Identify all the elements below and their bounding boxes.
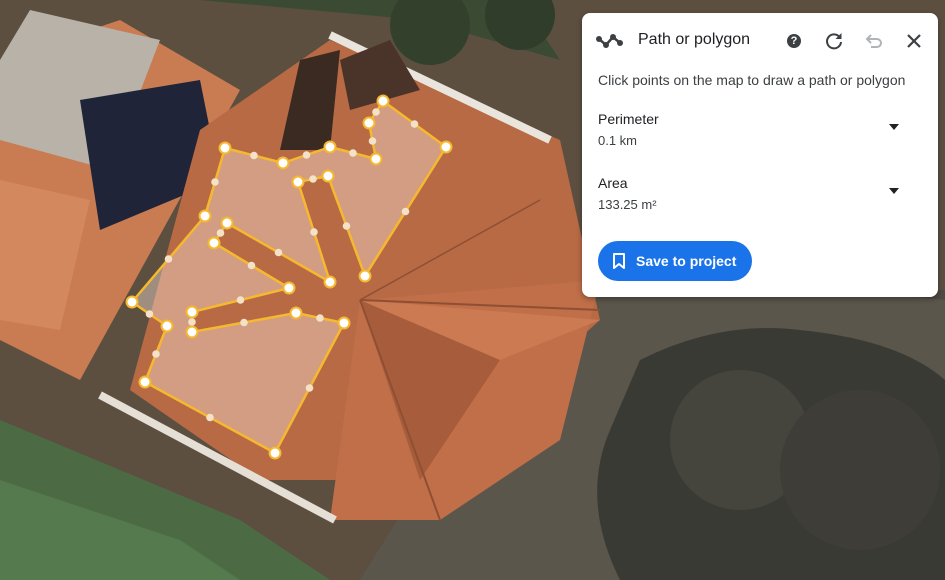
midpoint-handle[interactable] <box>349 149 357 157</box>
vertex-handle[interactable] <box>323 275 337 289</box>
bookmark-icon <box>613 253 625 269</box>
midpoint-handle[interactable] <box>410 120 419 128</box>
vertex-handle[interactable] <box>160 319 174 333</box>
area-label: Area <box>598 175 628 191</box>
vertex-handle[interactable] <box>376 94 390 108</box>
vertex-handle[interactable] <box>207 236 221 250</box>
area-value: 133.25 m² <box>598 197 657 212</box>
instruction-text: Click points on the map to draw a path o… <box>598 72 906 88</box>
caret-down-icon[interactable] <box>888 123 900 131</box>
vertex-handle[interactable] <box>220 216 234 230</box>
midpoint-handle[interactable] <box>316 314 324 322</box>
vertex-handle[interactable] <box>323 140 337 154</box>
vertex-handle[interactable] <box>138 375 152 389</box>
caret-down-icon[interactable] <box>888 187 900 195</box>
panel-header: Path or polygon ? <box>582 13 938 69</box>
close-button[interactable] <box>900 27 928 55</box>
vertex-handle[interactable] <box>289 306 303 320</box>
midpoint-handle[interactable] <box>274 248 283 257</box>
close-icon <box>907 34 921 48</box>
midpoint-handle[interactable] <box>401 207 410 216</box>
help-button[interactable]: ? <box>780 27 808 55</box>
refresh-icon <box>826 33 842 50</box>
measure-panel: Path or polygon ? Click points on the ma… <box>582 13 938 297</box>
vertex-handle[interactable] <box>362 116 376 130</box>
midpoint-handle[interactable] <box>309 175 317 183</box>
midpoint-handle[interactable] <box>164 255 173 263</box>
midpoint-handle[interactable] <box>305 384 314 392</box>
vertex-handle[interactable] <box>268 446 282 460</box>
vertex-handle[interactable] <box>125 295 139 309</box>
midpoint-handle[interactable] <box>310 228 318 236</box>
reset-button[interactable] <box>820 27 848 55</box>
perimeter-row[interactable]: Perimeter 0.1 km <box>582 109 938 155</box>
path-icon <box>596 34 623 48</box>
midpoint-handle[interactable] <box>372 108 380 116</box>
vertex-handle[interactable] <box>218 141 232 155</box>
vertex-handle[interactable] <box>185 305 199 319</box>
undo-icon <box>865 34 882 48</box>
save-label: Save to project <box>636 253 737 269</box>
vertex-handle[interactable] <box>369 152 383 166</box>
midpoint-handle[interactable] <box>211 178 219 186</box>
area-row[interactable]: Area 133.25 m² <box>582 173 938 219</box>
vertex-handle[interactable] <box>337 316 351 330</box>
midpoint-handle[interactable] <box>145 310 154 318</box>
midpoint-handle[interactable] <box>206 413 214 422</box>
vertex-handle[interactable] <box>185 325 199 339</box>
vertex-handle[interactable] <box>439 140 453 154</box>
midpoint-handle[interactable] <box>368 137 377 145</box>
midpoint-handle[interactable] <box>236 296 245 304</box>
vertex-handle[interactable] <box>282 281 296 295</box>
midpoint-handle[interactable] <box>188 318 196 326</box>
perimeter-label: Perimeter <box>598 111 659 127</box>
save-to-project-button[interactable]: Save to project <box>598 241 752 281</box>
vertex-handle[interactable] <box>321 169 335 183</box>
midpoint-handle[interactable] <box>250 151 258 160</box>
undo-button[interactable] <box>860 27 888 55</box>
vertex-handle[interactable] <box>358 269 372 283</box>
help-icon: ? <box>787 34 801 48</box>
midpoint-handle[interactable] <box>247 261 256 270</box>
panel-title: Path or polygon <box>638 31 751 48</box>
vertex-handle[interactable] <box>291 175 305 189</box>
perimeter-value: 0.1 km <box>598 133 638 148</box>
midpoint-handle[interactable] <box>302 151 311 159</box>
vertex-handle[interactable] <box>276 156 290 170</box>
midpoint-handle[interactable] <box>152 350 160 358</box>
vertex-handle[interactable] <box>198 209 212 223</box>
midpoint-handle[interactable] <box>342 222 351 230</box>
midpoint-handle[interactable] <box>216 229 225 237</box>
midpoint-handle[interactable] <box>240 318 248 327</box>
